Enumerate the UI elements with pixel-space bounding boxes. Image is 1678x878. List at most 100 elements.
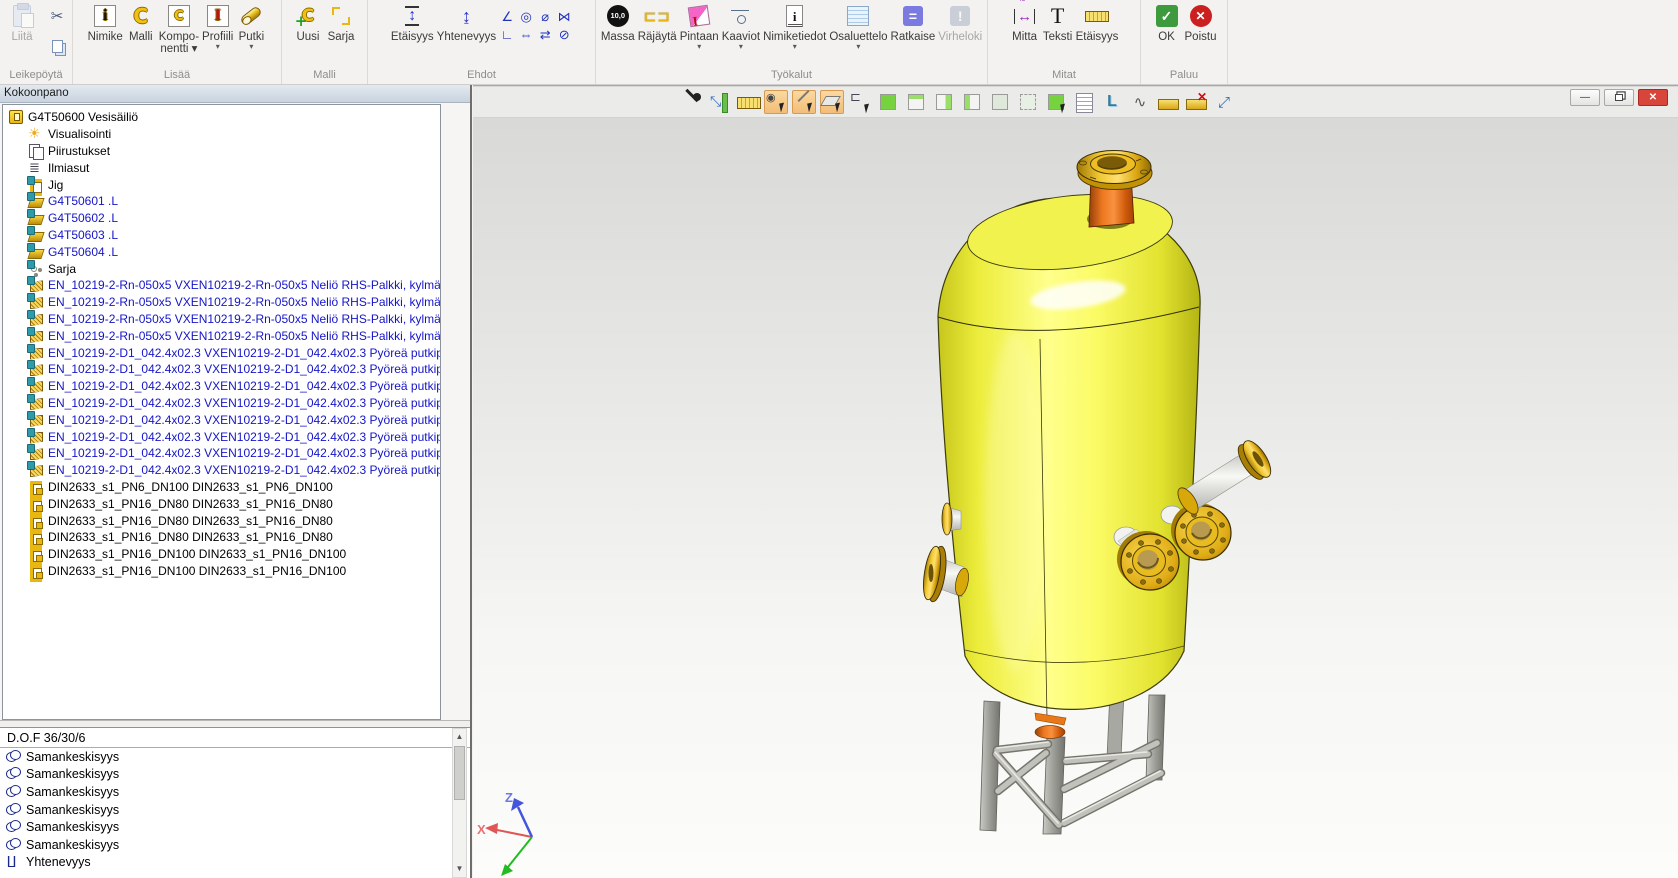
constraint-icon[interactable]: ◎ (518, 9, 534, 25)
tree-item-icon (27, 161, 43, 175)
ribbon-button[interactable]: 45↔ Mitta (1010, 3, 1040, 43)
constraint-icon[interactable]: ⇄ (537, 27, 553, 43)
tree-item[interactable]: Jig (3, 176, 440, 193)
constraint-item-icon (5, 767, 21, 781)
tree-item-icon (27, 446, 43, 460)
tree-item[interactable]: DIN2633_s1_PN16_DN100 DIN2633_s1_PN16_DN… (3, 563, 440, 580)
tree-item[interactable]: G4T50601 .L (3, 193, 440, 210)
tree-item[interactable]: DIN2633_s1_PN16_DN80 DIN2633_s1_PN16_DN8… (3, 529, 440, 546)
ribbon-button[interactable]: C Uusi (293, 3, 323, 43)
tree-item-label: EN_10219-2-Rn-050x5 VXEN10219-2-Rn-050x5… (48, 295, 441, 309)
ribbon-button[interactable]: C Kompo- nentti ▾ (159, 3, 199, 55)
tree-item-label: Visualisointi (48, 127, 111, 141)
constraint-icon[interactable]: ⋈ (556, 9, 572, 25)
panel-splitter[interactable]: ▼ (0, 720, 470, 727)
constraints-scrollbar[interactable]: ▲ ▼ (452, 728, 467, 878)
scroll-thumb[interactable] (454, 746, 465, 800)
constraint-item[interactable]: Samankeskisyys (0, 783, 470, 801)
assembly-tree[interactable]: G4T50600 Vesisäiliö Visualisointi Piirus… (2, 104, 441, 720)
tree-item[interactable]: DIN2633_s1_PN16_DN100 DIN2633_s1_PN16_DN… (3, 546, 440, 563)
constraint-item[interactable]: Samankeskisyys (0, 766, 470, 784)
tree-item[interactable]: EN_10219-2-D1_042.4x02.3 VXEN10219-2-D1_… (3, 395, 440, 412)
ribbon-button[interactable]: ⊏⊐ Räjäytä (638, 3, 677, 43)
support-frame[interactable] (980, 691, 1165, 834)
tree-item[interactable]: Piirustukset (3, 143, 440, 160)
group-caption: Työkalut (596, 69, 987, 81)
ribbon-group-tools: 10,0 Massa ⊏⊐ Räjäytä Pintaan ▾ Kaaviot … (596, 0, 988, 84)
vessel-body[interactable] (938, 185, 1200, 718)
axis-z-label: Z (505, 790, 513, 805)
coordinate-triad: X Z (477, 790, 532, 876)
tree-item[interactable]: EN_10219-2-Rn-050x5 VXEN10219-2-Rn-050x5… (3, 294, 440, 311)
tree-item-label: EN_10219-2-D1_042.4x02.3 VXEN10219-2-D1_… (48, 446, 441, 460)
tree-item[interactable]: EN_10219-2-D1_042.4x02.3 VXEN10219-2-D1_… (3, 428, 440, 445)
constraint-item[interactable]: Samankeskisyys (0, 818, 470, 836)
tree-item[interactable]: EN_10219-2-Rn-050x5 VXEN10219-2-Rn-050x5… (3, 311, 440, 328)
model-viewport[interactable]: — ✕ (473, 85, 1678, 878)
constraint-icon[interactable]: ⇔ (518, 27, 534, 43)
ribbon-button[interactable]: i Nimiketiedot ▾ (763, 3, 826, 50)
ribbon-button[interactable]: = Ratkaise (891, 3, 936, 43)
ribbon-button[interactable]: i Nimike (88, 3, 123, 43)
constraint-icon[interactable]: ∟ (499, 27, 515, 43)
tree-item[interactable]: EN_10219-2-D1_042.4x02.3 VXEN10219-2-D1_… (3, 378, 440, 395)
ribbon-button[interactable]: ↨ Yhtenevyys (437, 3, 496, 43)
ribbon-button[interactable]: Putki ▾ (236, 3, 266, 50)
scroll-down-icon[interactable]: ▼ (453, 861, 466, 876)
constraint-item[interactable]: Samankeskisyys (0, 801, 470, 819)
ribbon-button[interactable]: ↕ Etäisyys (391, 3, 434, 43)
tree-item-label: DIN2633_s1_PN16_DN80 DIN2633_s1_PN16_DN8… (48, 530, 333, 544)
ribbon-button[interactable]: ✂ (44, 3, 70, 31)
constraint-icon[interactable]: ∠ (499, 9, 515, 25)
ribbon-button[interactable]: T Teksti (1043, 3, 1073, 43)
constraint-icon[interactable]: ⌀ (537, 9, 553, 25)
tree-item[interactable]: DIN2633_s1_PN6_DN100 DIN2633_s1_PN6_DN10… (3, 479, 440, 496)
tree-item[interactable]: EN_10219-2-D1_042.4x02.3 VXEN10219-2-D1_… (3, 344, 440, 361)
ribbon-button[interactable]: Sarja (326, 3, 356, 43)
constraint-item-label: Samankeskisyys (26, 803, 119, 817)
tree-item[interactable]: EN_10219-2-Rn-050x5 VXEN10219-2-Rn-050x5… (3, 277, 440, 294)
drain-nozzle[interactable] (1035, 713, 1066, 739)
tree-item[interactable]: G4T50603 .L (3, 227, 440, 244)
tree-item[interactable]: Sarja (3, 260, 440, 277)
tree-item[interactable]: Ilmiasut (3, 159, 440, 176)
tree-item-label: EN_10219-2-Rn-050x5 VXEN10219-2-Rn-050x5… (48, 312, 441, 326)
tree-item[interactable]: G4T50602 .L (3, 210, 440, 227)
tree-item[interactable]: G4T50600 Vesisäiliö (3, 109, 440, 126)
ribbon-button[interactable]: Liitä (2, 3, 42, 43)
constraint-item[interactable]: Samankeskisyys (0, 836, 470, 854)
constraint-icon[interactable]: ⊘ (556, 27, 572, 43)
tree-item-label: DIN2633_s1_PN16_DN80 DIN2633_s1_PN16_DN8… (48, 497, 333, 511)
ribbon-button[interactable]: ! Virheloki (938, 3, 982, 43)
ribbon-button[interactable]: I Profiili ▾ (202, 3, 233, 50)
tree-item[interactable]: G4T50604 .L (3, 243, 440, 260)
constraint-list[interactable]: Samankeskisyys Samankeskisyys Samankeski… (0, 748, 470, 876)
tree-item[interactable]: Visualisointi (3, 126, 440, 143)
tree-item[interactable]: DIN2633_s1_PN16_DN80 DIN2633_s1_PN16_DN8… (3, 512, 440, 529)
tree-item[interactable]: EN_10219-2-D1_042.4x02.3 VXEN10219-2-D1_… (3, 462, 440, 479)
3d-scene[interactable]: X Z (473, 86, 1678, 878)
ribbon-button[interactable]: 10,0 Massa (601, 3, 635, 43)
tree-item[interactable]: DIN2633_s1_PN16_DN80 DIN2633_s1_PN16_DN8… (3, 495, 440, 512)
ribbon-button[interactable]: ✕ Poistu (1185, 3, 1217, 43)
tree-item[interactable]: EN_10219-2-D1_042.4x02.3 VXEN10219-2-D1_… (3, 445, 440, 462)
ribbon-button[interactable]: Kaaviot ▾ (722, 3, 760, 50)
constraint-item[interactable]: Samankeskisyys (0, 748, 470, 766)
tree-item-icon (27, 178, 43, 192)
tree-item[interactable]: EN_10219-2-Rn-050x5 VXEN10219-2-Rn-050x5… (3, 327, 440, 344)
ribbon-button[interactable]: Pintaan ▾ (680, 3, 719, 50)
tree-item-icon (27, 362, 43, 376)
ribbon-button[interactable]: Etäisyys (1076, 3, 1119, 43)
constraint-item[interactable]: Yhtenevyys (0, 854, 470, 872)
ribbon-button[interactable]: C Malli (126, 3, 156, 43)
ribbon-button[interactable] (44, 33, 70, 61)
scroll-up-icon[interactable]: ▲ (453, 729, 466, 744)
tree-item[interactable]: EN_10219-2-D1_042.4x02.3 VXEN10219-2-D1_… (3, 411, 440, 428)
tree-item-icon (27, 514, 43, 528)
tree-item[interactable]: EN_10219-2-D1_042.4x02.3 VXEN10219-2-D1_… (3, 361, 440, 378)
tree-item-icon (27, 278, 43, 292)
ribbon-group-clipboard: Liitä ✂ Leikepöytä (0, 0, 73, 84)
ribbon-button[interactable]: ✓ OK (1152, 3, 1182, 43)
ribbon-button[interactable]: Osaluettelo ▾ (829, 3, 887, 50)
tree-item-label: DIN2633_s1_PN16_DN100 DIN2633_s1_PN16_DN… (48, 547, 346, 561)
